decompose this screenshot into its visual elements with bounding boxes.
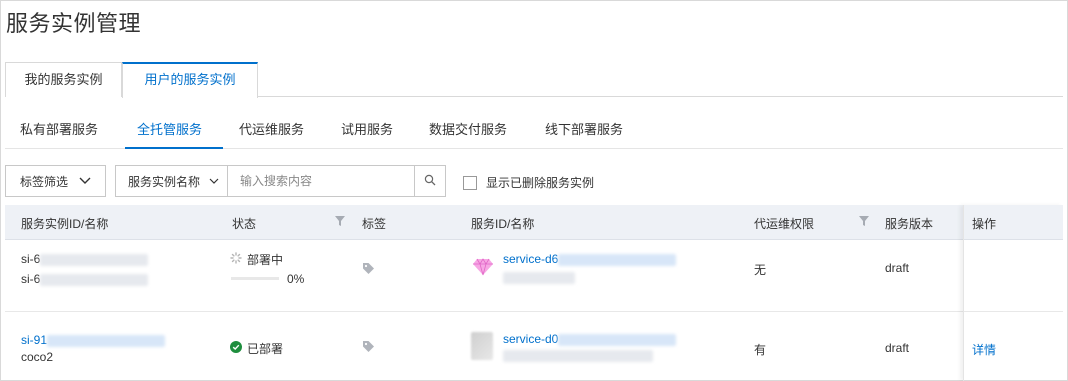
tab-fully-managed[interactable]: 全托管服务 bbox=[137, 119, 202, 138]
spinner-icon bbox=[230, 252, 242, 267]
diamond-icon bbox=[472, 258, 494, 279]
page-title: 服务实例管理 bbox=[6, 11, 142, 36]
service-id-link[interactable]: service-d0 bbox=[503, 332, 677, 346]
column-header-status: 状态 bbox=[232, 217, 257, 231]
table-header: 服务实例ID/名称 状态 标签 服务ID/名称 代运维权限 服务版本 操作 bbox=[5, 205, 1063, 240]
search-icon bbox=[424, 174, 436, 189]
service-thumbnail bbox=[471, 332, 493, 360]
table-row: si-6 si-6 部署中 0% service-d6 无 draft bbox=[5, 240, 1063, 312]
service-version: draft bbox=[885, 261, 910, 275]
tab-private-deploy[interactable]: 私有部署服务 bbox=[20, 119, 98, 138]
instance-name-text: si-6 bbox=[21, 272, 41, 286]
active-tab-indicator bbox=[125, 147, 223, 149]
check-circle-icon bbox=[230, 341, 242, 356]
tab-managed-ops[interactable]: 代运维服务 bbox=[239, 119, 304, 138]
deploy-progress-bar bbox=[231, 277, 279, 280]
instance-name: coco2 bbox=[21, 350, 54, 364]
chevron-down-icon bbox=[209, 175, 219, 189]
status-text: 已部署 bbox=[247, 342, 284, 356]
show-deleted-toggle[interactable]: 显示已删除服务实例 bbox=[463, 174, 594, 191]
secondary-tabs: 私有部署服务 全托管服务 代运维服务 试用服务 数据交付服务 线下部署服务 bbox=[5, 113, 1063, 149]
column-header-instance: 服务实例ID/名称 bbox=[21, 217, 109, 231]
tag-icon[interactable] bbox=[362, 340, 375, 356]
tab-user-instances[interactable]: 用户的服务实例 bbox=[122, 62, 258, 98]
redacted-text bbox=[40, 253, 149, 266]
status-text: 部署中 bbox=[247, 253, 284, 267]
tab-trial[interactable]: 试用服务 bbox=[341, 119, 393, 138]
service-version: draft bbox=[885, 341, 910, 355]
service-name-redacted bbox=[503, 272, 575, 284]
column-header-ops-permission: 代运维权限 bbox=[754, 217, 815, 231]
status-filter-icon[interactable] bbox=[335, 216, 345, 230]
chevron-down-icon bbox=[79, 175, 91, 189]
service-id-link[interactable]: service-d6 bbox=[503, 252, 677, 266]
ops-permission: 无 bbox=[754, 263, 767, 277]
ops-permission: 有 bbox=[754, 343, 767, 357]
redacted-text bbox=[47, 334, 166, 347]
instance-id[interactable]: si-6 bbox=[21, 252, 149, 266]
search-button[interactable] bbox=[415, 166, 445, 196]
service-id-text[interactable]: service-d0 bbox=[503, 332, 558, 346]
instance-id-link[interactable]: si-91 bbox=[21, 333, 166, 347]
tab-data-delivery[interactable]: 数据交付服务 bbox=[429, 119, 507, 138]
show-deleted-label: 显示已删除服务实例 bbox=[486, 176, 595, 190]
search-field-select[interactable]: 服务实例名称 bbox=[116, 166, 228, 196]
redacted-text bbox=[558, 253, 677, 266]
instance-id-text[interactable]: si-91 bbox=[21, 333, 47, 347]
service-name-redacted bbox=[503, 350, 653, 362]
column-header-version: 服务版本 bbox=[885, 217, 934, 231]
tag-filter-dropdown[interactable]: 标签筛选 bbox=[5, 165, 106, 197]
table-row: si-91 coco2 已部署 service-d0 有 draft 详情 bbox=[5, 312, 1063, 381]
column-header-tags: 标签 bbox=[362, 217, 387, 231]
instance-name: si-6 bbox=[21, 272, 149, 286]
tab-my-instances[interactable]: 我的服务实例 bbox=[5, 62, 122, 97]
search-field-label: 服务实例名称 bbox=[128, 174, 201, 189]
redacted-text bbox=[558, 333, 677, 346]
tag-icon[interactable] bbox=[362, 262, 375, 278]
service-id-text[interactable]: service-d6 bbox=[503, 252, 558, 266]
actions-column-divider bbox=[963, 205, 1063, 381]
instance-id-text: si-6 bbox=[21, 252, 41, 266]
search-input[interactable] bbox=[228, 166, 415, 196]
show-deleted-checkbox[interactable] bbox=[463, 175, 477, 190]
tab-offline-deploy[interactable]: 线下部署服务 bbox=[545, 119, 623, 138]
primary-tabs: 我的服务实例 用户的服务实例 bbox=[5, 62, 1063, 98]
ops-filter-icon[interactable] bbox=[859, 216, 869, 230]
progress-percent: 0% bbox=[287, 272, 305, 286]
search-group: 服务实例名称 bbox=[115, 165, 446, 197]
tag-filter-label: 标签筛选 bbox=[20, 174, 69, 189]
redacted-text bbox=[40, 273, 149, 286]
column-header-service: 服务ID/名称 bbox=[471, 217, 535, 231]
